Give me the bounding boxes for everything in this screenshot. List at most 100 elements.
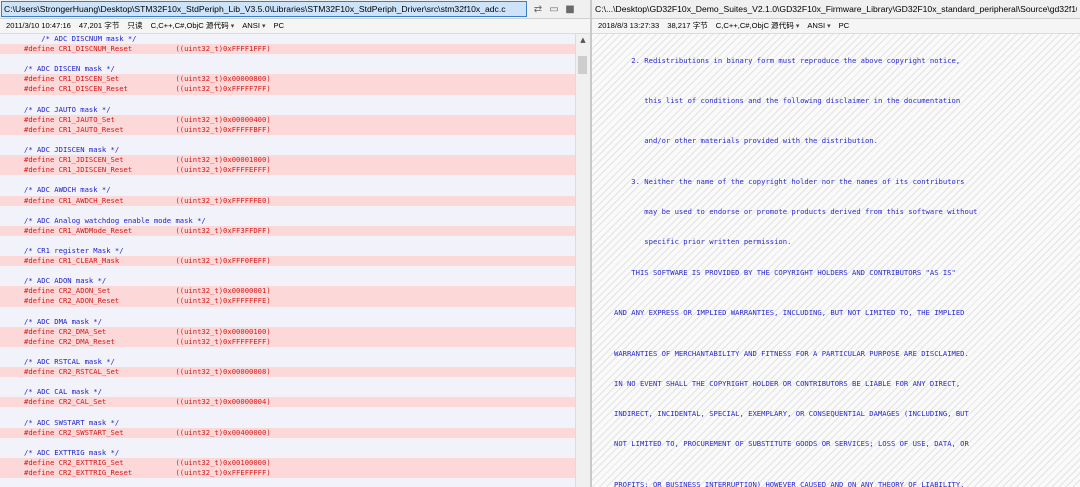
line-text: /* ADC EXTTRIG mask */: [24, 447, 120, 457]
line-text: #define CR1_AWDCH_Reset ((uint32_t)0xFFF…: [24, 195, 271, 205]
define-line: #define CR2_RSTCAL_Set ((uint32_t)0x0000…: [0, 367, 576, 378]
line-text: /* ADC Analog watchdog enable mode mask …: [24, 215, 206, 225]
right-text-area[interactable]: 2. Redistributions in binary form must r…: [592, 34, 1080, 487]
left-readonly-label[interactable]: 只读: [127, 19, 142, 33]
right-path-bar: C:\...\Desktop\GD32F10x_Demo_Suites_V2.1…: [592, 0, 1080, 19]
define-line: #define CR1_JDISCEN_Reset ((uint32_t)0xF…: [0, 165, 576, 176]
comment-line: /* ADC EXTTRIG mask */: [0, 448, 576, 458]
line-text: /* ADC DMA mask */: [24, 316, 102, 326]
left-info-bar: 2011/3/10 10:47:16 47,201 字节 只读 C,C++,C#…: [0, 19, 590, 34]
define-line: #define CR1_DISCEN_Reset ((uint32_t)0xFF…: [0, 84, 576, 95]
line-text: /* ADC ADON mask */: [24, 276, 107, 286]
line-text: /* ADC JAUTO mask */: [24, 104, 111, 114]
line-text: #define CR1_JDISCEN_Set ((uint32_t)0x000…: [24, 155, 271, 165]
define-line: #define CR1_DISCNUM_Reset ((uint32_t)0xF…: [0, 44, 576, 55]
swap-icon[interactable]: ⇄: [531, 3, 545, 16]
comment-line: /* ADC JAUTO mask */: [0, 105, 576, 115]
license-line: PROFITS; OR BUSINESS INTERRUPTION) HOWEV…: [614, 480, 965, 487]
left-text-area[interactable]: /* ADC DISCNUM mask */#define CR1_DISCNU…: [0, 34, 576, 487]
right-info-bar: 2018/8/3 13:27:33 38,217 字节 C,C++,C#,Obj…: [592, 19, 1080, 34]
comment-line: /* ADC ADON mask */: [0, 276, 576, 286]
left-compare-pane: C:\Users\StrongerHuang\Desktop\STM32F10x…: [0, 0, 590, 487]
comment-line: /* ADC RSTCAL mask */: [0, 357, 576, 367]
license-line: WARRANTIES OF MERCHANTABILITY AND FITNES…: [614, 349, 969, 358]
line-text: #define CR2_ADON_Reset ((uint32_t)0xFFFF…: [24, 296, 271, 306]
save-icon[interactable]: ■: [563, 3, 577, 16]
line-text: #define CR1_CLEAR_Mask ((uint32_t)0xFFF0…: [24, 256, 271, 266]
line-text: /* ADC AWDCH mask */: [24, 185, 111, 195]
define-line: #define CR2_CAL_Set ((uint32_t)0x0000000…: [0, 397, 576, 408]
right-eol-label: PC: [838, 21, 850, 30]
define-line: #define CR1_AWDCH_Reset ((uint32_t)0xFFF…: [0, 195, 576, 206]
define-line: #define CR1_DISCEN_Set ((uint32_t)0x0000…: [0, 74, 576, 85]
line-text: #define CR2_RSTCAL_Set ((uint32_t)0x0000…: [24, 367, 271, 377]
line-text: /* ADC DISCEN mask */: [24, 64, 115, 74]
license-line: THIS SOFTWARE IS PROVIDED BY THE COPYRIG…: [614, 268, 956, 277]
define-line: #define CR2_ADON_Set ((uint32_t)0x000000…: [0, 286, 576, 297]
scrollbar-thumb[interactable]: [578, 56, 587, 74]
line-text: #define CR2_ADON_Set ((uint32_t)0x000000…: [24, 286, 271, 296]
left-encoding-label: ANSI: [242, 21, 260, 30]
line-text: /* ADC RSTCAL mask */: [24, 357, 115, 366]
left-scrollbar[interactable]: ▲: [575, 34, 590, 487]
comment-line: /* ADC CAL mask */: [0, 387, 576, 397]
comment-line: /* ADC DISCNUM mask */: [0, 34, 576, 44]
license-line: specific prior written permission.: [614, 237, 792, 246]
left-path-input[interactable]: C:\Users\StrongerHuang\Desktop\STM32F10x…: [1, 1, 527, 17]
license-line: 2. Redistributions in binary form must r…: [614, 56, 961, 65]
line-text: /* CR1 register Mask */: [24, 245, 124, 255]
chevron-down-icon: ▾: [827, 23, 831, 30]
license-line: this list of conditions and the followin…: [614, 96, 961, 105]
define-line: #define CR2_ADON_Reset ((uint32_t)0xFFFF…: [0, 296, 576, 307]
license-line: and/or other materials provided with the…: [614, 136, 878, 145]
line-text: #define CR1_DISCEN_Set ((uint32_t)0x0000…: [24, 74, 271, 84]
license-line: may be used to endorse or promote produc…: [614, 207, 978, 216]
line-text: #define CR2_CAL_Set ((uint32_t)0x0000000…: [24, 397, 271, 407]
line-text: #define CR1_JAUTO_Set ((uint32_t)0x00000…: [24, 114, 271, 124]
left-language-select[interactable]: C,C++,C#,ObjC 源代码 ▾: [151, 19, 235, 33]
define-line: #define CR2_EXTTRIG_Set ((uint32_t)0x001…: [0, 457, 576, 469]
right-file-size: 38,217 字节: [667, 21, 708, 30]
comment-line: /* ADC JDISCEN mask */: [0, 145, 576, 155]
right-path-input[interactable]: C:\...\Desktop\GD32F10x_Demo_Suites_V2.1…: [593, 2, 1077, 16]
comment-line: /* ADC DMA mask */: [0, 317, 576, 327]
line-text: #define CR2_DMA_Set ((uint32_t)0x0000010…: [24, 326, 271, 336]
define-line: #define CR1_JDISCEN_Set ((uint32_t)0x000…: [0, 155, 576, 166]
comment-line: /* ADC DISCEN mask */: [0, 64, 576, 74]
left-file-date: 2011/3/10 10:47:16: [6, 21, 71, 30]
line-text: #define CR1_DISCNUM_Reset ((uint32_t)0xF…: [24, 44, 271, 54]
chevron-down-icon: ▾: [261, 23, 266, 30]
line-text: #define CR2_DMA_Reset ((uint32_t)0xFFFFF…: [24, 336, 271, 346]
scroll-up-icon[interactable]: ▲: [576, 34, 590, 46]
license-line: NOT LIMITED TO, PROCUREMENT OF SUBSTITUT…: [614, 439, 969, 448]
line-text: #define CR1_DISCEN_Reset ((uint32_t)0xFF…: [24, 84, 271, 94]
left-encoding-select[interactable]: ANSI ▾: [242, 19, 265, 33]
comment-line: /* ADC Analog watchdog enable mode mask …: [0, 216, 576, 226]
line-text: #define CR2_EXTTRIG_Reset ((uint32_t)0xF…: [24, 468, 271, 478]
license-line: 3. Neither the name of the copyright hol…: [614, 177, 965, 186]
define-line: #define CR2_DMA_Set ((uint32_t)0x0000010…: [0, 326, 576, 337]
comment-line: /* ADC SWSTART mask */: [0, 418, 576, 428]
line-text: /* ADC SWSTART mask */: [24, 417, 120, 427]
folder-open-icon[interactable]: ▭: [547, 3, 561, 16]
line-text: #define CR1_AWDMode_Reset ((uint32_t)0xF…: [24, 225, 271, 235]
line-text: #define CR1_JDISCEN_Reset ((uint32_t)0xF…: [24, 165, 271, 175]
right-encoding-select[interactable]: ANSI ▾: [807, 19, 830, 33]
left-language-label: C,C++,C#,ObjC 源代码: [150, 21, 229, 30]
left-path-bar: C:\Users\StrongerHuang\Desktop\STM32F10x…: [0, 0, 590, 19]
define-line: #define CR1_JAUTO_Set ((uint32_t)0x00000…: [0, 114, 576, 125]
right-file-date: 2018/8/3 13:27:33: [598, 21, 660, 30]
right-language-label: C,C++,C#,ObjC 源代码: [715, 21, 794, 30]
license-line: IN NO EVENT SHALL THE COPYRIGHT HOLDER O…: [614, 379, 961, 388]
define-line: #define CR2_EXTTRIG_Reset ((uint32_t)0xF…: [0, 468, 576, 479]
right-language-select[interactable]: C,C++,C#,ObjC 源代码 ▾: [716, 19, 800, 33]
